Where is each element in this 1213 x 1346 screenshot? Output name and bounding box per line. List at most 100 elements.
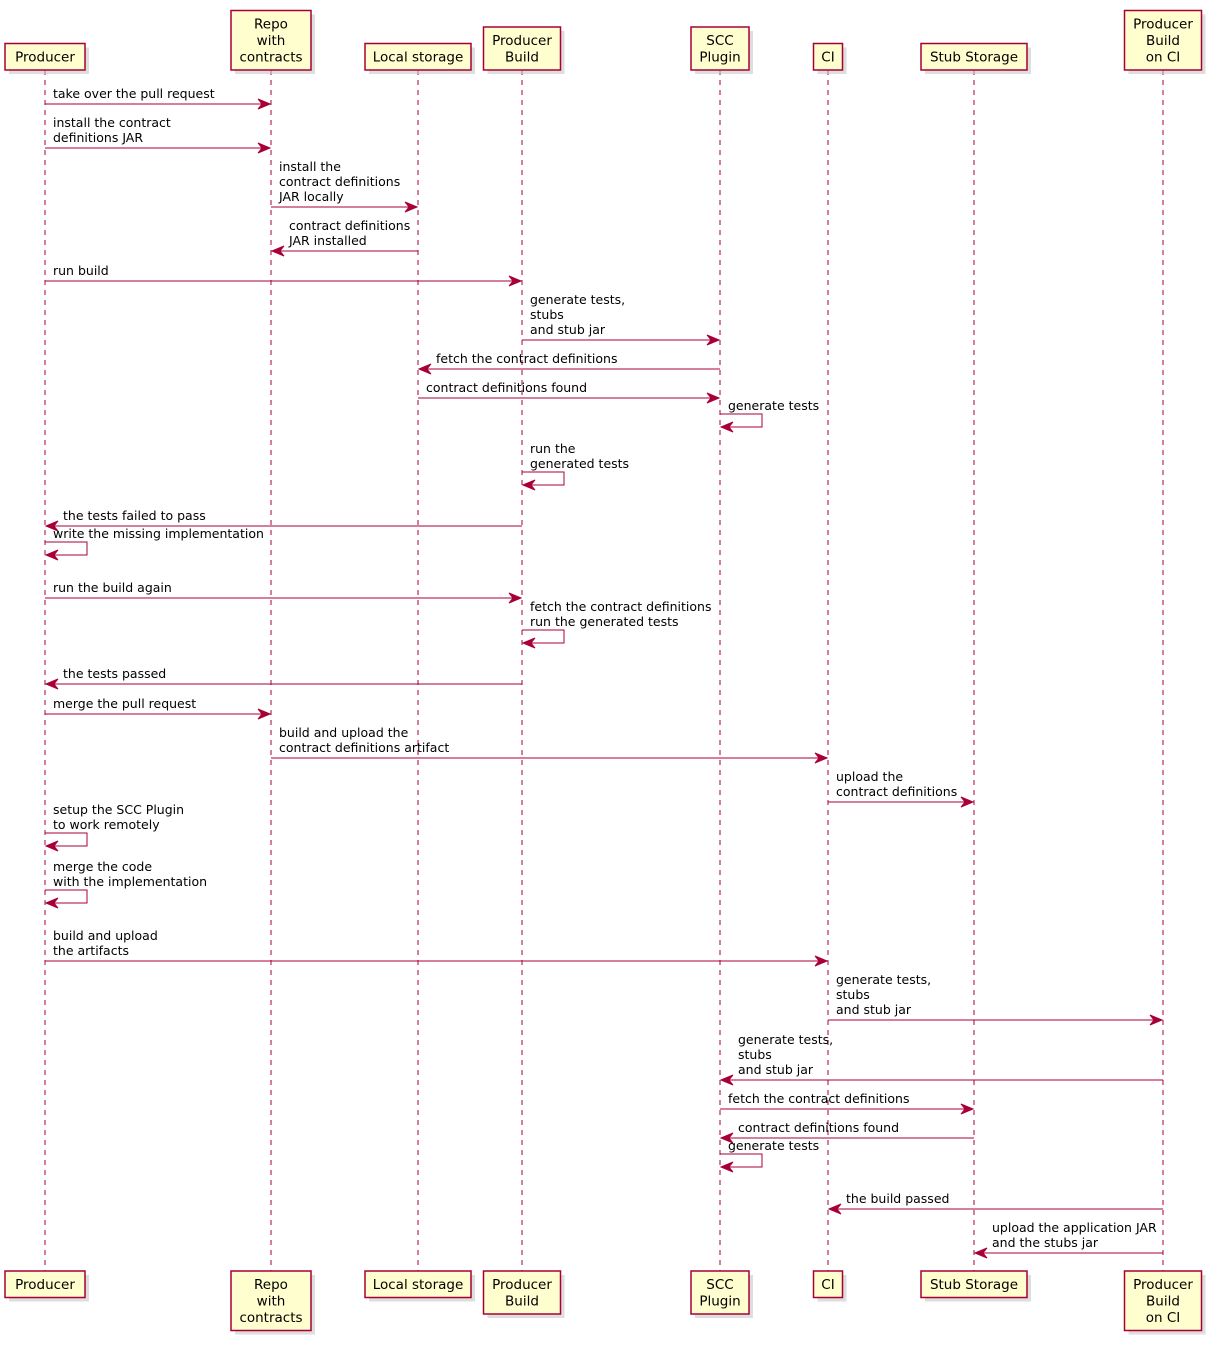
messages: take over the pull request install the co… (44, 86, 1164, 1259)
message-label: and stub jar (530, 322, 606, 337)
participant-label: Producer (15, 1277, 75, 1293)
participant-label: Plugin (699, 1294, 740, 1310)
message-producer-to-pbuild: run the build again (45, 580, 523, 604)
message-label: fetch the contract definitions (728, 1091, 910, 1106)
message-label: and stub jar (738, 1062, 814, 1077)
message-label: merge the code (53, 859, 152, 874)
message-label: run the (530, 441, 576, 456)
message-label: build and upload the (279, 725, 409, 740)
participant-pbuild-top: ProducerBuild (482, 26, 565, 74)
participant-label: Plugin (699, 50, 740, 66)
participant-stub-top: Stub Storage (920, 42, 1031, 74)
sequence-diagram: ProducerRepowithcontracts Local storagePr… (4, 9, 1206, 1335)
participant-local-bottom: Local storage (364, 1270, 475, 1302)
message-label: build and upload (53, 928, 158, 943)
message-label: JAR installed (288, 233, 367, 248)
message-label: upload the (836, 769, 903, 784)
message-label: contract definitions (289, 218, 410, 233)
message-producer-to-repo: merge the pull request (45, 696, 272, 720)
message-producer-to-repo: install the contractdefinitions JAR (45, 115, 272, 154)
participant-label: Build (1146, 1294, 1180, 1310)
participant-repo-top: Repowithcontracts (230, 9, 315, 74)
participant-label: with (257, 1294, 286, 1310)
message-ci-to-pbci: generate tests,stubsand stub jar (828, 972, 1164, 1026)
message-label: run the build again (53, 580, 172, 595)
message-label: stubs (530, 307, 564, 322)
message-scc-to-local: fetch the contract definitions (417, 351, 720, 375)
message-label: definitions JAR (53, 130, 143, 145)
participant-pbuild-bottom: ProducerBuild (482, 1270, 565, 1318)
message-producer-to-producer: setup the SCC Pluginto work remotely (44, 802, 184, 852)
participant-label: Repo (254, 17, 288, 33)
message-label: generate tests, (530, 292, 625, 307)
message-label: generate tests (728, 398, 819, 413)
message-label: upload the application JAR (992, 1220, 1157, 1235)
message-producer-to-ci: build and uploadthe artifacts (45, 928, 829, 967)
participant-local-top: Local storage (364, 42, 475, 74)
message-label: generate tests, (836, 972, 931, 987)
message-label: generate tests (728, 1138, 819, 1153)
message-label: with the implementation (53, 874, 207, 889)
message-repo-to-local: install thecontract definitionsJAR local… (271, 159, 419, 213)
message-pbci-to-stub: upload the application JARand the stubs … (973, 1220, 1163, 1259)
participant-ci-bottom: CI (812, 1270, 847, 1302)
message-scc-to-stub: fetch the contract definitions (720, 1091, 975, 1115)
message-local-to-repo: contract definitionsJAR installed (270, 218, 418, 257)
participant-label: CI (821, 50, 834, 66)
participant-label: Build (1146, 33, 1180, 49)
message-label: fetch the contract definitions (530, 599, 712, 614)
message-producer-to-producer: write the missing implementation (44, 526, 264, 561)
lifelines (44, 70, 1164, 1271)
message-label: generated tests (530, 456, 629, 471)
participant-stub-bottom: Stub Storage (920, 1270, 1031, 1302)
participant-producer-top: Producer (4, 42, 89, 74)
message-label: contract definitions (279, 174, 400, 189)
participant-label: Stub Storage (930, 1277, 1018, 1293)
participant-label: on CI (1146, 50, 1181, 66)
participant-repo-bottom: Repowithcontracts (230, 1270, 315, 1335)
participant-label: Local storage (373, 50, 464, 66)
message-local-to-scc: contract definitions found (418, 380, 721, 404)
participant-label: Local storage (373, 1277, 464, 1293)
message-pbuild-to-pbuild: run thegenerated tests (521, 441, 629, 491)
participant-label: Producer (492, 1277, 552, 1293)
participant-ci-top: CI (812, 42, 847, 74)
message-label: setup the SCC Plugin (53, 802, 184, 817)
participant-label: Repo (254, 1277, 288, 1293)
message-label: the tests failed to pass (63, 508, 206, 523)
message-pbci-to-scc: generate tests,stubsand stub jar (719, 1032, 1163, 1086)
message-label: fetch the contract definitions (436, 351, 618, 366)
participants-bottom: Producer Repowithcontracts Local storage Pr… (4, 1270, 1206, 1335)
message-pbuild-to-pbuild: fetch the contract definitionsrun the ge… (521, 599, 712, 649)
message-pbuild-to-producer: the tests passed (44, 666, 522, 690)
message-label: contract definitions found (738, 1120, 899, 1135)
message-repo-to-ci: build and upload thecontract definitions… (271, 725, 829, 764)
message-label: contract definitions artifact (279, 740, 449, 755)
participant-label: Producer (15, 50, 75, 66)
participant-label: Producer (492, 33, 552, 49)
message-label: the build passed (846, 1191, 949, 1206)
message-label: merge the pull request (53, 696, 196, 711)
participant-label: Producer (1133, 1277, 1193, 1293)
message-label: stubs (836, 987, 870, 1002)
message-pbci-to-ci: the build passed (827, 1191, 1163, 1215)
message-label: run build (53, 263, 109, 278)
message-producer-to-producer: merge the codewith the implementation (44, 859, 207, 909)
message-label: run the generated tests (530, 614, 679, 629)
participant-label: contracts (239, 1310, 302, 1326)
participant-label: SCC (706, 1277, 733, 1293)
message-label: install the contract (53, 115, 171, 130)
message-label: to work remotely (53, 817, 160, 832)
message-label: stubs (738, 1047, 772, 1062)
participant-label: with (257, 33, 286, 49)
participant-label: contracts (239, 50, 302, 66)
message-label: contract definitions found (426, 380, 587, 395)
message-pbuild-to-scc: generate tests,stubsand stub jar (522, 292, 721, 346)
message-label: contract definitions (836, 784, 957, 799)
message-label: the tests passed (63, 666, 166, 681)
participants-top: Producer Repowithcontracts Local storage Pr… (4, 9, 1206, 74)
participant-label: Producer (1133, 17, 1193, 33)
message-label: and stub jar (836, 1002, 912, 1017)
message-label: write the missing implementation (53, 526, 264, 541)
message-label: and the stubs jar (992, 1235, 1099, 1250)
